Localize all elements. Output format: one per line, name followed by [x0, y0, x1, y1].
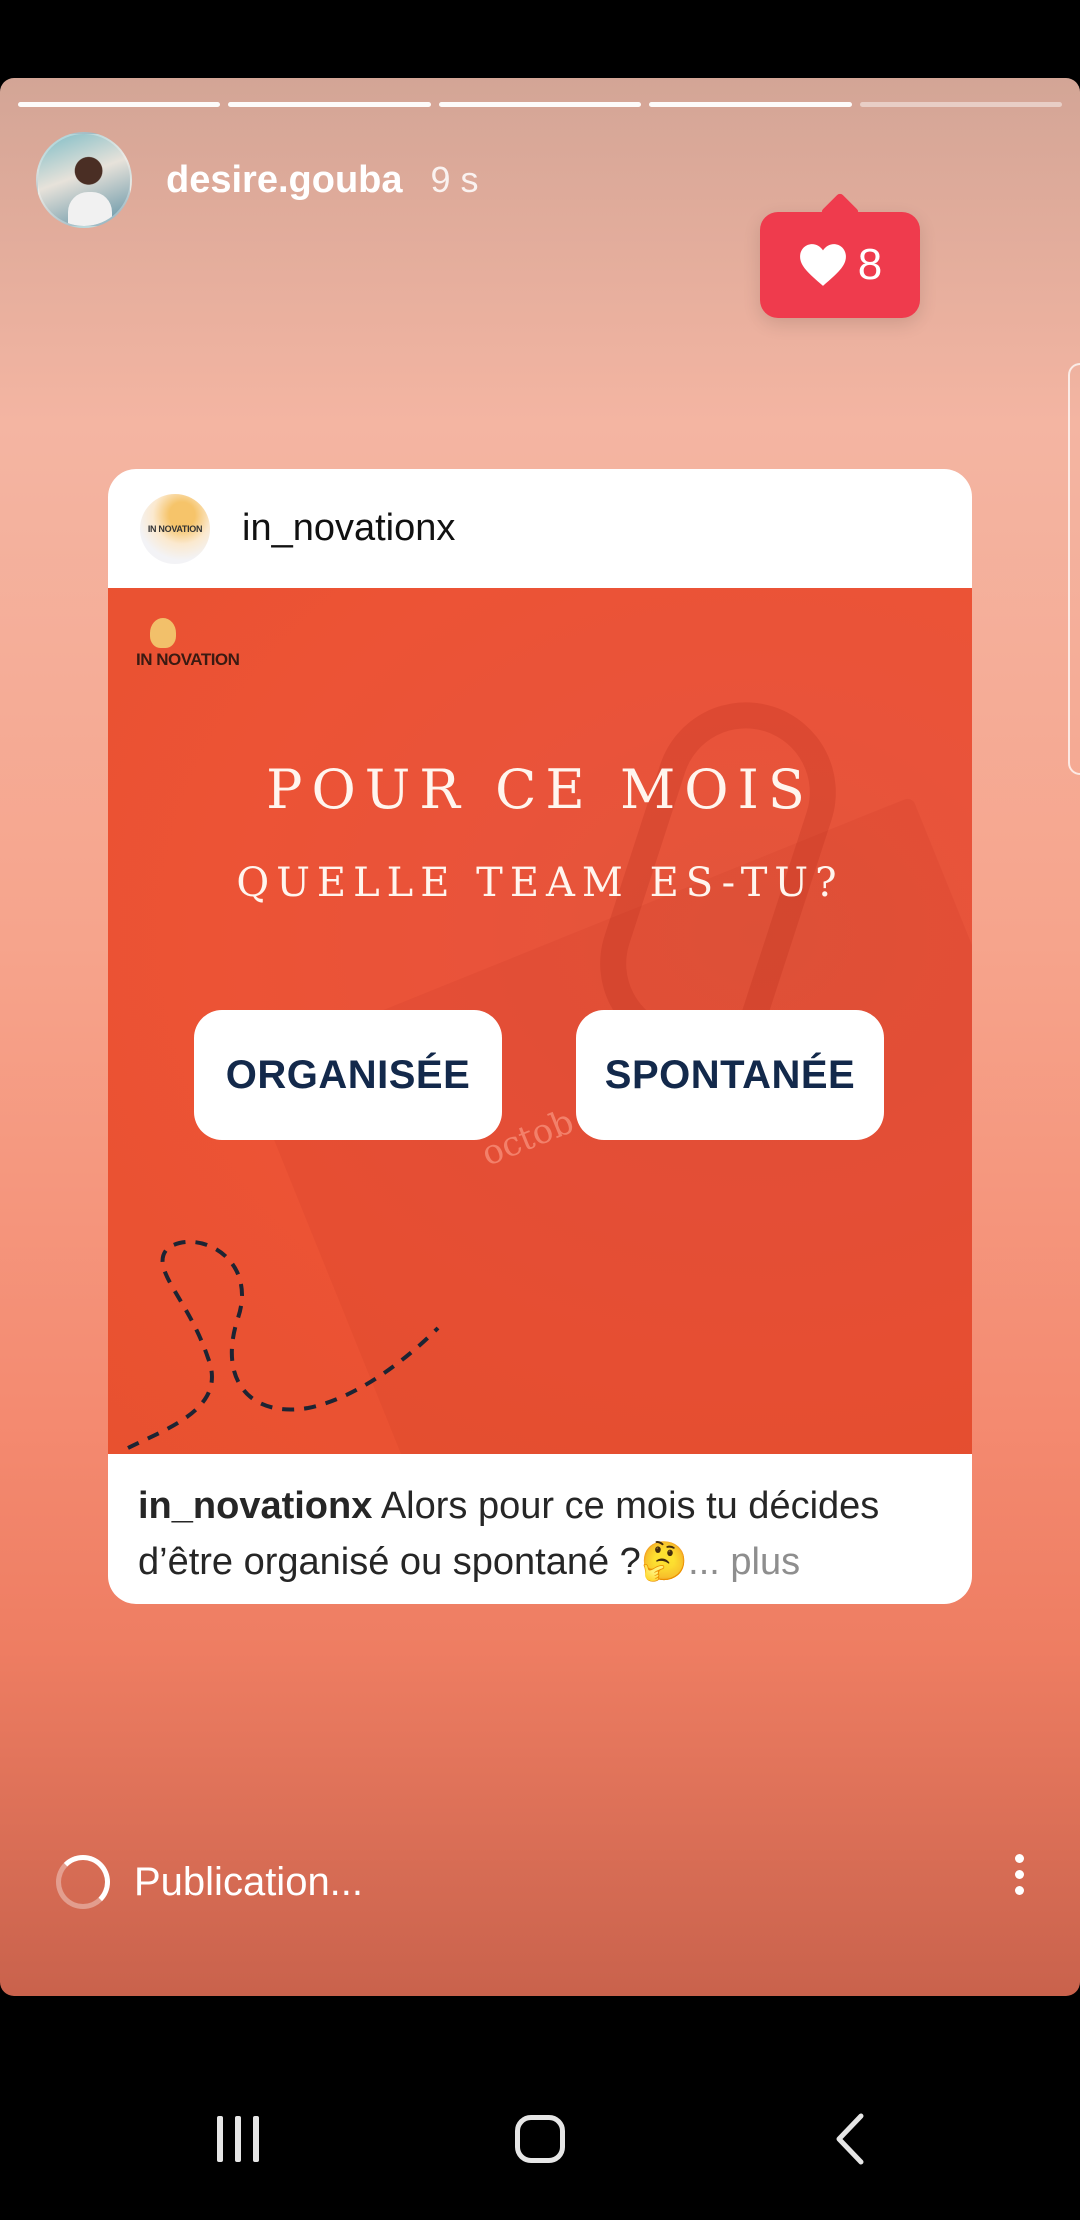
home-icon[interactable]: [510, 2106, 570, 2172]
post-caption[interactable]: in_novationx Alors pour ce mois tu décid…: [108, 1454, 972, 1590]
more-vertical-icon[interactable]: [1015, 1854, 1024, 1895]
lightbulb-icon: [150, 618, 176, 648]
status-bar: [0, 0, 1080, 78]
avatar[interactable]: [36, 132, 132, 228]
headline-line-2: QUELLE TEAM ES-TU?: [236, 860, 844, 906]
heart-icon: [799, 244, 846, 286]
likes-badge[interactable]: 8: [760, 212, 920, 318]
progress-segment: [228, 102, 431, 107]
likes-count: 8: [857, 240, 883, 289]
option-spontanee: SPONTANÉE: [576, 1010, 884, 1140]
story-footer: Publication...: [56, 1855, 363, 1909]
brand-logo-text: IN NOVATION: [136, 650, 240, 669]
loading-spinner-icon: [56, 1855, 110, 1909]
story-viewer[interactable]: desire.gouba 9 s 8 IN NOVATION in_novati…: [0, 78, 1080, 1996]
brand-logo: IN NOVATION: [136, 618, 240, 670]
story-progress: [18, 102, 1063, 107]
story-header: desire.gouba 9 s: [36, 132, 479, 228]
back-icon[interactable]: [820, 2106, 880, 2172]
side-panel-handle[interactable]: [1068, 363, 1080, 775]
progress-segment: [859, 102, 1063, 107]
post-avatar-logo-text: IN NOVATION: [147, 523, 203, 534]
post-header: IN NOVATION in_novationx: [108, 469, 972, 588]
publication-status: Publication...: [134, 1859, 364, 1904]
progress-segment: [18, 102, 221, 107]
progress-segment: [438, 102, 642, 107]
option-organisee: ORGANISÉE: [194, 1010, 502, 1140]
post-image[interactable]: octob IN NOVATION POUR CE MOIS QUELLE TE…: [108, 588, 972, 1454]
shared-post-card[interactable]: IN NOVATION in_novationx octob IN NOVATI…: [108, 469, 972, 1604]
post-username[interactable]: in_novationx: [242, 507, 455, 550]
system-navigation-bar: [0, 1996, 1080, 2220]
story-username[interactable]: desire.gouba: [166, 159, 403, 202]
post-avatar[interactable]: IN NOVATION: [140, 493, 210, 564]
recents-icon[interactable]: [210, 2106, 266, 2172]
caption-more-link[interactable]: ... plus: [688, 1541, 800, 1583]
caption-username[interactable]: in_novationx: [138, 1485, 372, 1527]
story-time: 9 s: [430, 159, 479, 200]
headline-line-1: POUR CE MOIS: [266, 758, 814, 821]
progress-segment: [649, 102, 852, 107]
dashed-loop-decoration: [127, 1239, 440, 1450]
